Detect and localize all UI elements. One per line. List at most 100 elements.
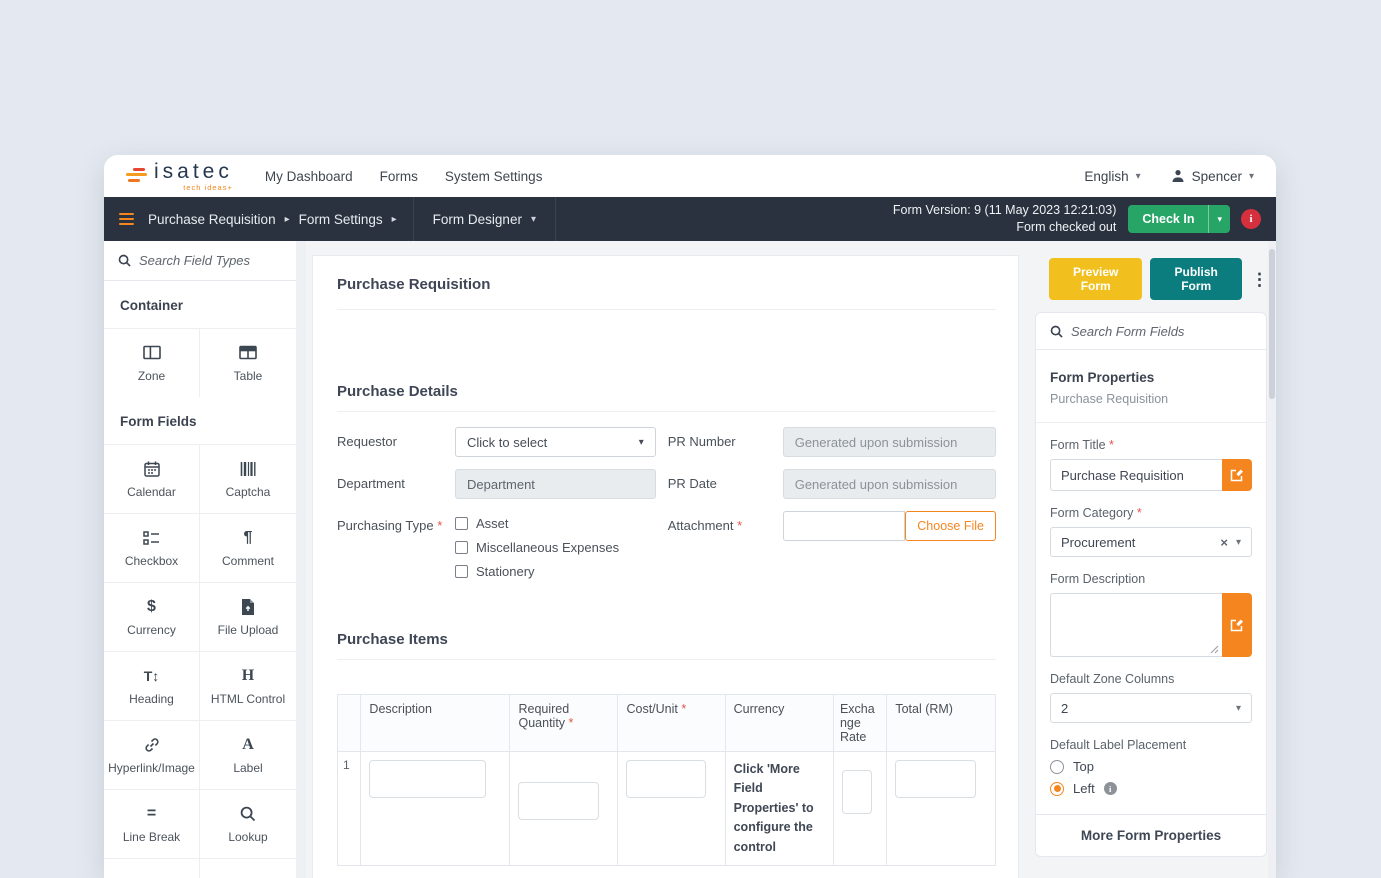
breadcrumb-item-form-settings[interactable]: Form Settings — [299, 212, 383, 227]
chevron-down-icon: ▾ — [1248, 170, 1254, 182]
canvas-form-title: Purchase Requisition — [337, 276, 491, 293]
checkbox[interactable] — [455, 541, 468, 554]
checkbox-option-stationery[interactable]: Stationery — [455, 564, 656, 579]
language-dropdown[interactable]: English ▾ — [1084, 169, 1140, 184]
nav-forms[interactable]: Forms — [380, 169, 418, 184]
form-properties-panel: Form Properties Purchase Requisition For… — [1035, 312, 1267, 857]
form-properties-subtitle: Purchase Requisition — [1050, 392, 1169, 406]
field-type-lookup[interactable]: Lookup — [200, 789, 296, 858]
field-type-file-upload[interactable]: File Upload — [200, 582, 296, 651]
form-designer-label: Form Designer — [432, 211, 522, 227]
radio-button-selected[interactable] — [1050, 781, 1064, 796]
form-category-select[interactable]: Procurement × ▾ — [1050, 527, 1252, 557]
row-number-cell: 1 — [336, 751, 362, 866]
purchase-items-table: Description Required Quantity * Cost/Uni… — [336, 694, 996, 866]
field-type-zone[interactable]: Zone — [104, 328, 200, 397]
breadcrumb-item-form[interactable]: Purchase Requisition — [148, 212, 276, 227]
more-form-properties-button[interactable]: More Form Properties — [1036, 814, 1266, 856]
col-header-description: Description — [360, 694, 511, 752]
field-type-calendar[interactable]: Calendar — [104, 444, 200, 513]
choose-file-button[interactable]: Choose File — [905, 511, 996, 541]
chevron-down-icon: ▾ — [1217, 213, 1222, 224]
field-type-partial[interactable] — [104, 858, 200, 878]
checkbox-option-asset[interactable]: Asset — [455, 516, 656, 531]
field-type-comment[interactable]: ¶ Comment — [200, 513, 296, 582]
logo-tagline: tech ideas+ — [183, 182, 233, 192]
publish-form-button[interactable]: Publish Form — [1150, 258, 1242, 300]
checkbox-option-miscellaneous-expenses[interactable]: Miscellaneous Expenses — [455, 540, 656, 555]
user-menu[interactable]: Spencer ▾ — [1171, 169, 1254, 184]
search-field-types-input[interactable] — [139, 253, 282, 268]
form-version-line: Form Version: 9 (11 May 2023 12:21:03) — [892, 202, 1117, 217]
form-fields-type-grid: Calendar Captcha Checkbox ¶ Comment $ Cu… — [104, 444, 296, 878]
hamburger-menu-icon[interactable] — [104, 197, 134, 241]
panel-scrollbar-track[interactable] — [296, 241, 306, 878]
table-icon — [239, 344, 257, 362]
check-in-split-button: Check In ▾ — [1128, 205, 1230, 233]
exchange-rate-input[interactable] — [841, 770, 872, 814]
required-marker: * — [737, 518, 743, 533]
required-quantity-input[interactable] — [518, 782, 599, 820]
edit-form-description-button[interactable] — [1222, 593, 1252, 657]
edit-form-title-button[interactable] — [1222, 459, 1252, 491]
check-in-caret-button[interactable]: ▾ — [1208, 205, 1230, 233]
nav-system-settings[interactable]: System Settings — [445, 169, 543, 184]
pr-date-label: PR Date — [667, 476, 717, 491]
breadcrumb: Purchase Requisition ▸ Form Settings ▸ — [134, 197, 413, 241]
cost-unit-input[interactable] — [626, 760, 706, 798]
lookup-icon — [240, 805, 256, 823]
chevron-down-icon: ▾ — [530, 213, 536, 225]
field-type-heading[interactable]: T↕ Heading — [104, 651, 200, 720]
field-type-table[interactable]: Table — [200, 328, 296, 397]
required-marker: * — [568, 716, 574, 730]
default-zone-columns-select[interactable]: 2 ▾ — [1050, 693, 1252, 723]
total-rm-input[interactable] — [895, 760, 976, 798]
file-input[interactable] — [782, 511, 906, 541]
info-tooltip-icon[interactable]: i — [1103, 782, 1117, 795]
department-label: Department — [337, 476, 405, 491]
chevron-down-icon: ▾ — [638, 436, 644, 448]
field-type-partial[interactable] — [200, 858, 296, 878]
form-checked-out-line: Form checked out — [1016, 220, 1117, 234]
attachment-file-control: Choose File — [782, 511, 996, 541]
logo-text: isatec — [154, 159, 233, 183]
field-type-currency[interactable]: $ Currency — [104, 582, 200, 651]
search-form-fields-input[interactable] — [1071, 323, 1252, 339]
default-label-placement-label: Default Label Placement — [1050, 738, 1187, 752]
field-types-panel: Container Zone Table Form Fields Calenda… — [104, 241, 296, 878]
field-type-label[interactable]: A Label — [200, 720, 296, 789]
purchase-items-heading: Purchase Items — [337, 631, 448, 648]
attachment-label: Attachment * — [667, 518, 743, 533]
container-type-grid: Zone Table — [104, 328, 296, 397]
clear-selection-icon[interactable]: × — [1220, 535, 1228, 550]
field-type-hyperlink-image[interactable]: Hyperlink/Image — [104, 720, 200, 789]
preview-form-button[interactable]: Preview Form — [1049, 258, 1143, 300]
checkbox[interactable] — [455, 517, 468, 530]
form-designer-dropdown[interactable]: Form Designer ▾ — [412, 197, 556, 241]
check-in-button[interactable]: Check In — [1128, 205, 1208, 233]
edit-pencil-icon — [1230, 619, 1243, 632]
window-scrollbar-thumb[interactable] — [1269, 249, 1275, 399]
field-type-checkbox[interactable]: Checkbox — [104, 513, 200, 582]
checkbox[interactable] — [455, 565, 468, 578]
kebab-menu-icon[interactable]: ⋮ — [1251, 271, 1268, 288]
required-marker: * — [437, 518, 443, 533]
requestor-label: Requestor — [337, 434, 397, 449]
line-break-icon: = — [146, 804, 157, 822]
form-canvas-area: Purchase Requisition Purchase Details Re… — [306, 241, 1035, 878]
window-scrollbar-track[interactable] — [1268, 241, 1276, 878]
radio-option-left[interactable]: Left i — [1050, 781, 1252, 796]
field-type-html-control[interactable]: H HTML Control — [200, 651, 296, 720]
radio-option-top[interactable]: Top — [1050, 759, 1252, 774]
chevron-down-icon: ▾ — [1235, 536, 1241, 548]
form-description-textarea[interactable] — [1050, 593, 1222, 657]
field-type-line-break[interactable]: = Line Break — [104, 789, 200, 858]
nav-my-dashboard[interactable]: My Dashboard — [265, 169, 353, 184]
requestor-select[interactable]: Click to select ▾ — [455, 427, 656, 457]
field-type-captcha[interactable]: Captcha — [200, 444, 296, 513]
radio-button[interactable] — [1050, 759, 1064, 774]
label-icon: A — [242, 735, 254, 753]
description-input[interactable] — [369, 760, 486, 798]
form-title-input[interactable] — [1050, 459, 1222, 491]
alert-info-icon[interactable]: i — [1241, 209, 1261, 229]
